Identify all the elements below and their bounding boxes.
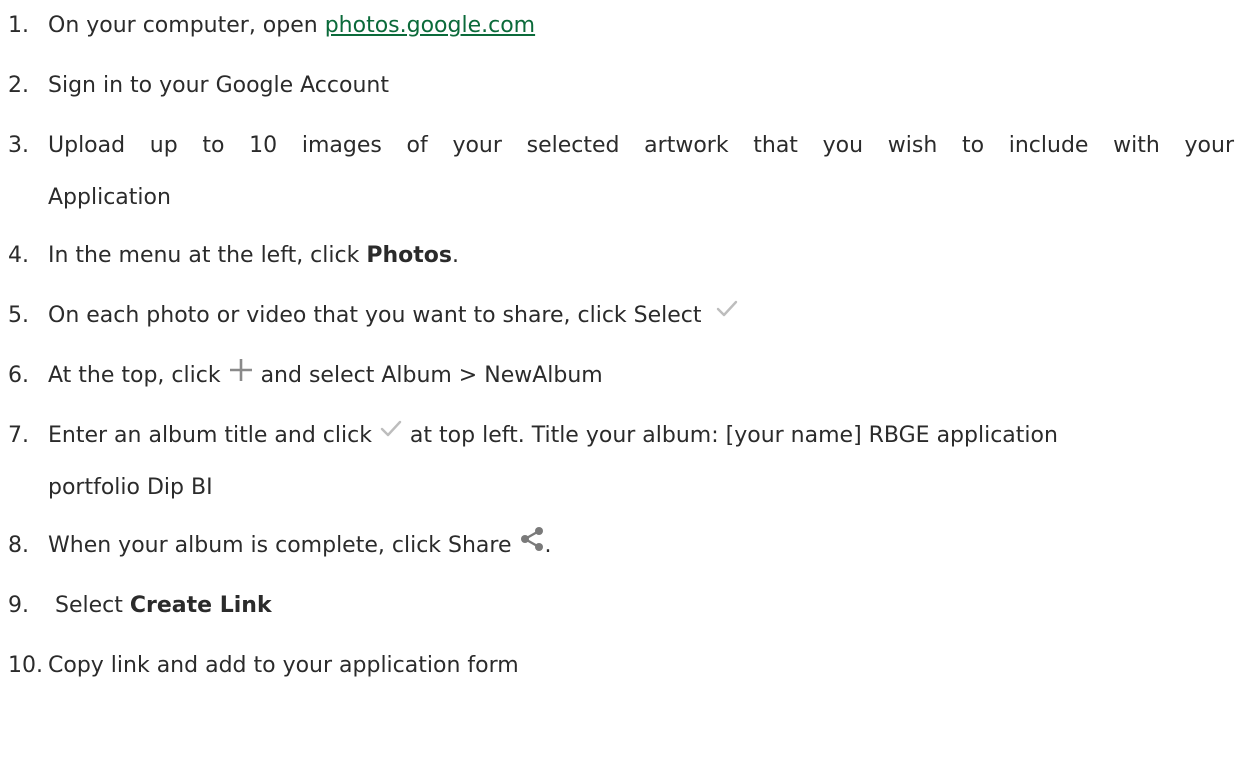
step-10: 10. Copy link and add to your application… [8,640,1234,692]
step-number: 3. [8,133,29,158]
step-8: 8. When your album is complete, click Sha… [8,520,1234,572]
step-text: On each photo or video that you want to … [48,303,709,328]
step-1: 1. On your computer, open photos.google.c… [8,0,1234,52]
step-text-continued: Application [48,185,171,210]
share-icon [519,526,545,552]
step-word: images [301,133,382,158]
step-9: 9. Select Create Link [8,580,1234,632]
step-word: your [1184,133,1234,158]
step-number: 4. [8,243,29,268]
step-number: 8. [8,533,29,558]
step-line: 3. Upload up to 10 images of your selected artwo… [8,120,1234,172]
step-number: 9. [8,593,29,618]
step-7: 7. Enter an album title and click at top … [8,410,1234,514]
step-text-continued: portfolio Dip BI [48,475,213,500]
step-word: to [961,133,985,158]
step-text-end: . [451,243,459,268]
instruction-list: 1. On your computer, open photos.google.c… [0,0,1252,758]
step-text: Sign in to your Google Account [48,73,389,98]
step-text: Upload up to 10 images of your selected artwork t… [48,120,1234,172]
step-text-end: and select Album > NewAlbum [253,363,603,388]
step-word: that [753,133,798,158]
step-number: 1. [8,13,29,38]
step-word: you [822,133,864,158]
step-text: Select [48,593,130,618]
step-text: At the top, click [48,363,228,388]
step-text: On your computer, open [48,13,325,38]
create-link-label: Create Link [129,593,272,618]
step-text-end: . [544,533,552,558]
step-number: 5. [8,303,29,328]
step-text: Enter an album title and click [48,423,379,448]
step-word: up [149,133,178,158]
step-word: artwork [644,133,729,158]
step-text-middle: at top left. Title your album: [your nam… [402,423,1058,448]
step-word: 10 [249,133,278,158]
step-word: Upload [48,133,126,158]
plus-icon [228,357,254,383]
step-word: of [406,133,428,158]
photos-link[interactable]: photos.google.com [325,13,535,38]
step-number: 7. [8,423,29,448]
step-2: 2. Sign in to your Google Account [8,60,1234,112]
step-word: selected [526,133,620,158]
step-3: 3. Upload up to 10 images of your selected artwo… [8,120,1234,224]
photos-menu-label: Photos [366,243,452,268]
step-word: to [202,133,225,158]
step-4: 4. In the menu at the left, click Photos. [8,230,1234,282]
step-number: 10. [8,653,43,678]
step-text: When your album is complete, click Share [48,533,519,558]
step-word: wish [887,133,938,158]
step-text: Copy link and add to your application fo… [48,653,519,678]
check-icon [715,299,739,319]
step-number: 2. [8,73,29,98]
step-text: In the menu at the left, click [48,243,367,268]
step-word: include [1008,133,1089,158]
step-6: 6. At the top, click and select Album > N… [8,350,1234,402]
step-word: your [452,133,502,158]
check-icon [379,419,403,439]
step-number: 6. [8,363,29,388]
step-5: 5. On each photo or video that you want t… [8,290,1234,342]
step-word: with [1113,133,1160,158]
